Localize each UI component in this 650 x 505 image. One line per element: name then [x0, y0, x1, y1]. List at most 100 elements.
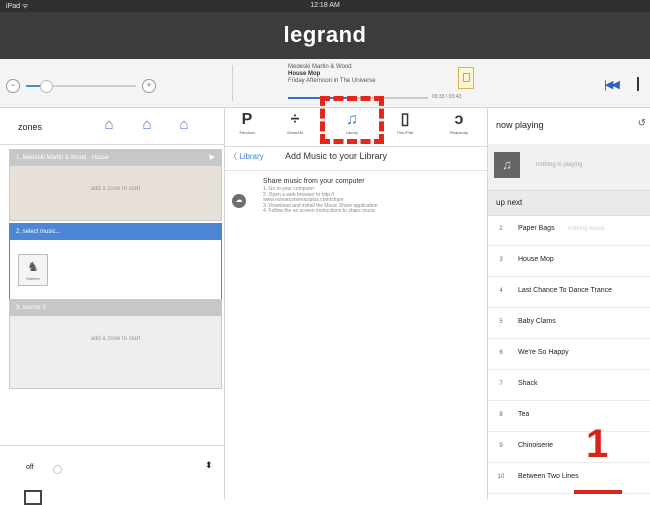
queue-title: Baby Clams — [518, 318, 556, 325]
queue-number: 5 — [499, 319, 503, 325]
share-title: Share music from your computer — [263, 178, 365, 185]
legrand-logo: legrand — [283, 22, 367, 47]
queue-title: House Mop — [518, 256, 554, 263]
person-icon: ♞ — [27, 259, 39, 274]
zone-body: add a zone to start — [10, 166, 221, 220]
zone-label: 2. select music... — [16, 229, 61, 235]
queue-title: Shack — [518, 380, 538, 387]
zone-header: 3. source 3 — [10, 300, 221, 316]
now-playing-panel: now playing ↺ ♫ nothing is playing up ne… — [488, 108, 650, 500]
room-label: Kitchen — [26, 276, 40, 281]
queue-item[interactable]: 8 Tea — [488, 401, 650, 432]
library-tab-highlight — [320, 96, 384, 144]
zone-header: 1. Medeski Martin & Wood - House ▶ — [10, 150, 221, 166]
zones-panel: zones ⌂ ⌂ ⌂ 1. Medeski Martin & Wood - H… — [0, 108, 225, 505]
house-icon[interactable]: ⌂ — [100, 117, 118, 133]
brand-bar: legrand — [0, 12, 650, 59]
zone-header: 2. select music... — [10, 224, 221, 240]
clock: 12:18 AM — [310, 2, 340, 9]
zone-body: add a zone to start — [10, 316, 221, 388]
room-tile[interactable]: ♞ Kitchen — [18, 254, 48, 286]
zone-add-prompt: add a zone to start — [90, 186, 141, 192]
house-icon[interactable]: ⌂ — [175, 117, 193, 133]
queue-ghost-text: nothing music — [568, 226, 606, 232]
house-icon[interactable]: ⌂ — [138, 117, 156, 133]
volume-slider[interactable] — [26, 80, 136, 93]
queue-title: Chinoiserie — [518, 442, 554, 449]
queue-item[interactable]: 4 Last Chance To Dance Trance — [488, 277, 650, 308]
power-label: off — [26, 464, 34, 471]
up-next-label: up next — [496, 198, 523, 207]
up-next-header: up next — [488, 190, 650, 216]
zone-card[interactable]: 3. source 3 add a zone to start — [9, 299, 222, 389]
queue-item[interactable]: 6 We're So Happy — [488, 339, 650, 370]
tab-label: Pandora — [239, 130, 255, 135]
queue-item[interactable]: 2 Paper Bags nothing music — [488, 215, 650, 246]
tab-label: This iPad — [396, 130, 414, 135]
share-steps: 1. Go to your computer 2. Open a web bro… — [263, 186, 473, 215]
nothing-playing-label: nothing is playing — [536, 162, 583, 168]
ipad-icon: ▯ — [400, 111, 410, 128]
queue-number: 9 — [499, 443, 503, 449]
queue-item[interactable]: 5 Baby Clams — [488, 308, 650, 339]
queue-list[interactable]: 2 Paper Bags nothing music 3 House Mop 4 Last … — [488, 215, 650, 500]
queue-item[interactable]: 3 House Mop — [488, 246, 650, 277]
down-arrow-icon[interactable]: ⬍ — [205, 460, 213, 471]
queue-title: Last Chance To Dance Trance — [518, 287, 613, 294]
step-number: 1 — [586, 422, 609, 466]
tab-rhapsody[interactable]: ↄ Rhapsody — [439, 110, 479, 135]
queue-number: 2 — [499, 226, 503, 232]
now-playing-header: now playing ↺ — [488, 108, 650, 145]
library-nav: 〈 Library Add Music to your Library — [225, 146, 487, 171]
now-playing-artist: Medeski Martin & Wood — [288, 64, 352, 70]
queue-title: Between Two Lines — [518, 473, 579, 480]
library-panel: P Pandora ÷ SiriusXM ♫ Library ▯ This iP… — [225, 96, 488, 500]
power-toggle[interactable] — [53, 465, 62, 474]
play-icon[interactable]: ▶ — [210, 150, 215, 166]
queue-title: Tea — [518, 411, 530, 418]
queue-number: 6 — [499, 350, 503, 356]
tab-label: Rhapsody — [449, 130, 468, 135]
zone-thumbnail-icon[interactable] — [24, 490, 42, 505]
album-art-icon[interactable] — [458, 67, 474, 89]
zone-label: 1. Medeski Martin & Wood - House — [16, 155, 109, 161]
volume-down-button[interactable]: − — [6, 79, 20, 93]
refresh-icon[interactable]: ↺ — [638, 118, 646, 129]
queue-number: 7 — [499, 381, 503, 387]
music-note-icon: ♫ — [494, 152, 520, 178]
track-time: 00:33 / 03:43 — [432, 94, 462, 100]
queue-number: 10 — [497, 474, 505, 480]
tab-this-ipad[interactable]: ▯ This iPad — [385, 110, 425, 135]
siriusxm-icon: ÷ — [290, 111, 300, 128]
now-playing-title: now playing — [496, 120, 544, 130]
queue-item[interactable]: 9 Chinoiserie — [488, 432, 650, 463]
pandora-icon: P — [241, 111, 253, 128]
rhapsody-icon: ↄ — [454, 111, 464, 128]
tab-pandora[interactable]: P Pandora — [227, 110, 267, 135]
zone-label: 3. source 3 — [16, 305, 46, 311]
zones-title: zones — [18, 122, 43, 132]
tab-label: SiriusXM — [286, 130, 303, 135]
volume-up-button[interactable]: + — [142, 79, 156, 93]
queue-item[interactable]: 11Fuzz — [488, 494, 650, 500]
queue-item[interactable]: 7 Shack — [488, 370, 650, 401]
queue-number: 4 — [499, 288, 503, 294]
volume-knob[interactable] — [39, 80, 53, 93]
divider — [232, 65, 233, 101]
page-title: Add Music to your Library — [285, 151, 388, 161]
zones-footer: off ⬍ — [0, 445, 224, 505]
share-music-item[interactable]: ☁ Share music from your computer 1. Go t… — [225, 174, 487, 234]
zones-header: zones ⌂ ⌂ ⌂ — [0, 108, 224, 145]
zone-card[interactable]: 1. Medeski Martin & Wood - House ▶ add a… — [9, 149, 222, 221]
queue-item[interactable]: 10 Between Two Lines — [488, 463, 650, 494]
cloud-icon: ☁ — [232, 194, 246, 208]
now-playing-info: Medeski Martin & Wood House Mop Friday A… — [288, 64, 458, 85]
status-bar: iPad ᯤ 12:18 AM — [0, 0, 650, 12]
now-playing-song: House Mop — [288, 71, 321, 77]
pause-icon[interactable] — [637, 77, 639, 91]
queue-number: 3 — [499, 257, 503, 263]
tab-siriusxm[interactable]: ÷ SiriusXM — [275, 110, 315, 135]
queue-number: 8 — [499, 412, 503, 418]
skip-back-icon[interactable]: |◀◀ — [604, 78, 620, 91]
back-button[interactable]: 〈 Library — [229, 151, 264, 162]
